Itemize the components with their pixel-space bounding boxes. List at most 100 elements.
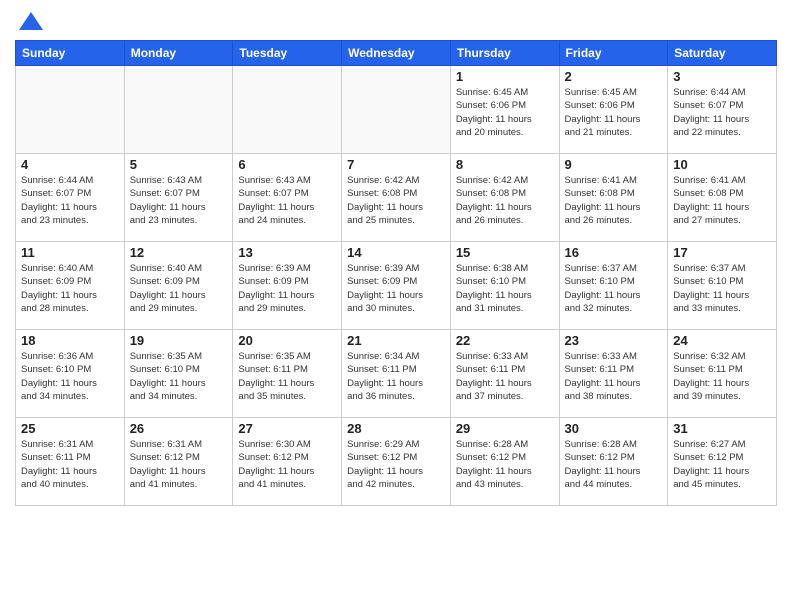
calendar-week-1: 4Sunrise: 6:44 AM Sunset: 6:07 PM Daylig… — [16, 154, 777, 242]
calendar-cell: 12 Sunrise: 6:40 AM Sunset: 6:09 PM Dayli… — [124, 242, 233, 330]
calendar-cell: 29 Sunrise: 6:28 AM Sunset: 6:12 PM Dayli… — [450, 418, 559, 506]
day-info: Sunrise: 6:29 AM Sunset: 6:12 PM Dayligh… — [347, 438, 445, 491]
day-info: Sunrise: 6:39 AM Sunset: 6:09 PM Dayligh… — [238, 262, 336, 315]
calendar-header-thursday: Thursday — [450, 41, 559, 66]
day-info: Sunrise: 6:28 AM Sunset: 6:12 PM Dayligh… — [456, 438, 554, 491]
calendar-cell: 4Sunrise: 6:44 AM Sunset: 6:07 PM Daylig… — [16, 154, 125, 242]
day-number: 25 — [21, 421, 119, 436]
calendar-cell: 20 Sunrise: 6:35 AM Sunset: 6:11 PM Dayli… — [233, 330, 342, 418]
day-number: 10 — [673, 157, 771, 172]
day-info: Sunrise: 6:41 AM Sunset: 6:08 PM Dayligh… — [565, 174, 663, 227]
calendar-header-tuesday: Tuesday — [233, 41, 342, 66]
day-number: 2 — [565, 69, 663, 84]
day-number: 30 — [565, 421, 663, 436]
day-number: 9 — [565, 157, 663, 172]
calendar-cell: 19 Sunrise: 6:35 AM Sunset: 6:10 PM Dayli… — [124, 330, 233, 418]
day-number: 18 — [21, 333, 119, 348]
calendar-cell: 31 Sunrise: 6:27 AM Sunset: 6:12 PM Dayli… — [668, 418, 777, 506]
calendar-header-monday: Monday — [124, 41, 233, 66]
day-info: Sunrise: 6:31 AM Sunset: 6:11 PM Dayligh… — [21, 438, 119, 491]
calendar-cell — [342, 66, 451, 154]
day-number: 1 — [456, 69, 554, 84]
calendar-cell: 8 Sunrise: 6:42 AM Sunset: 6:08 PM Daylig… — [450, 154, 559, 242]
day-info: Sunrise: 6:32 AM Sunset: 6:11 PM Dayligh… — [673, 350, 771, 403]
day-number: 26 — [130, 421, 228, 436]
calendar-cell: 23 Sunrise: 6:33 AM Sunset: 6:11 PM Dayli… — [559, 330, 668, 418]
day-info: Sunrise: 6:30 AM Sunset: 6:12 PM Dayligh… — [238, 438, 336, 491]
day-number: 27 — [238, 421, 336, 436]
day-info: Sunrise: 6:43 AM Sunset: 6:07 PM Dayligh… — [238, 174, 336, 227]
calendar-cell: 17Sunrise: 6:37 AM Sunset: 6:10 PM Dayli… — [668, 242, 777, 330]
calendar-cell: 28 Sunrise: 6:29 AM Sunset: 6:12 PM Dayli… — [342, 418, 451, 506]
day-info: Sunrise: 6:34 AM Sunset: 6:11 PM Dayligh… — [347, 350, 445, 403]
calendar-cell: 27 Sunrise: 6:30 AM Sunset: 6:12 PM Dayli… — [233, 418, 342, 506]
calendar-cell: 15 Sunrise: 6:38 AM Sunset: 6:10 PM Dayli… — [450, 242, 559, 330]
day-number: 24 — [673, 333, 771, 348]
day-number: 11 — [21, 245, 119, 260]
calendar-cell: 7Sunrise: 6:42 AM Sunset: 6:08 PM Daylig… — [342, 154, 451, 242]
calendar-cell: 13 Sunrise: 6:39 AM Sunset: 6:09 PM Dayli… — [233, 242, 342, 330]
day-number: 29 — [456, 421, 554, 436]
page: SundayMondayTuesdayWednesdayThursdayFrid… — [0, 0, 792, 612]
calendar-header-row: SundayMondayTuesdayWednesdayThursdayFrid… — [16, 41, 777, 66]
day-info: Sunrise: 6:45 AM Sunset: 6:06 PM Dayligh… — [565, 86, 663, 139]
calendar-cell: 5 Sunrise: 6:43 AM Sunset: 6:07 PM Daylig… — [124, 154, 233, 242]
day-number: 23 — [565, 333, 663, 348]
day-info: Sunrise: 6:33 AM Sunset: 6:11 PM Dayligh… — [565, 350, 663, 403]
day-info: Sunrise: 6:40 AM Sunset: 6:09 PM Dayligh… — [130, 262, 228, 315]
day-info: Sunrise: 6:41 AM Sunset: 6:08 PM Dayligh… — [673, 174, 771, 227]
day-number: 28 — [347, 421, 445, 436]
calendar-cell: 3 Sunrise: 6:44 AM Sunset: 6:07 PM Daylig… — [668, 66, 777, 154]
calendar-week-0: 1 Sunrise: 6:45 AM Sunset: 6:06 PM Daylig… — [16, 66, 777, 154]
day-number: 15 — [456, 245, 554, 260]
calendar-cell: 18Sunrise: 6:36 AM Sunset: 6:10 PM Dayli… — [16, 330, 125, 418]
day-number: 31 — [673, 421, 771, 436]
calendar-cell — [124, 66, 233, 154]
day-number: 4 — [21, 157, 119, 172]
day-number: 8 — [456, 157, 554, 172]
day-info: Sunrise: 6:35 AM Sunset: 6:11 PM Dayligh… — [238, 350, 336, 403]
calendar-cell — [233, 66, 342, 154]
calendar-header-sunday: Sunday — [16, 41, 125, 66]
logo-icon — [17, 10, 45, 32]
calendar-cell: 25 Sunrise: 6:31 AM Sunset: 6:11 PM Dayli… — [16, 418, 125, 506]
calendar-cell: 10 Sunrise: 6:41 AM Sunset: 6:08 PM Dayli… — [668, 154, 777, 242]
day-info: Sunrise: 6:37 AM Sunset: 6:10 PM Dayligh… — [673, 262, 771, 315]
calendar-header-saturday: Saturday — [668, 41, 777, 66]
calendar-cell: 1Sunrise: 6:45 AM Sunset: 6:06 PM Daylig… — [450, 66, 559, 154]
day-info: Sunrise: 6:42 AM Sunset: 6:08 PM Dayligh… — [347, 174, 445, 227]
day-number: 22 — [456, 333, 554, 348]
day-number: 13 — [238, 245, 336, 260]
calendar-cell: 26 Sunrise: 6:31 AM Sunset: 6:12 PM Dayli… — [124, 418, 233, 506]
calendar-cell: 21Sunrise: 6:34 AM Sunset: 6:11 PM Dayli… — [342, 330, 451, 418]
day-number: 16 — [565, 245, 663, 260]
calendar-header-friday: Friday — [559, 41, 668, 66]
calendar-cell: 2 Sunrise: 6:45 AM Sunset: 6:06 PM Daylig… — [559, 66, 668, 154]
calendar-cell: 9 Sunrise: 6:41 AM Sunset: 6:08 PM Daylig… — [559, 154, 668, 242]
day-info: Sunrise: 6:31 AM Sunset: 6:12 PM Dayligh… — [130, 438, 228, 491]
calendar-cell: 16 Sunrise: 6:37 AM Sunset: 6:10 PM Dayli… — [559, 242, 668, 330]
calendar-cell: 14 Sunrise: 6:39 AM Sunset: 6:09 PM Dayli… — [342, 242, 451, 330]
day-info: Sunrise: 6:44 AM Sunset: 6:07 PM Dayligh… — [673, 86, 771, 139]
day-number: 19 — [130, 333, 228, 348]
day-info: Sunrise: 6:35 AM Sunset: 6:10 PM Dayligh… — [130, 350, 228, 403]
calendar: SundayMondayTuesdayWednesdayThursdayFrid… — [15, 40, 777, 506]
day-number: 6 — [238, 157, 336, 172]
calendar-cell: 30 Sunrise: 6:28 AM Sunset: 6:12 PM Dayli… — [559, 418, 668, 506]
day-number: 3 — [673, 69, 771, 84]
day-info: Sunrise: 6:38 AM Sunset: 6:10 PM Dayligh… — [456, 262, 554, 315]
calendar-week-4: 25 Sunrise: 6:31 AM Sunset: 6:11 PM Dayli… — [16, 418, 777, 506]
calendar-cell — [16, 66, 125, 154]
day-number: 12 — [130, 245, 228, 260]
day-info: Sunrise: 6:42 AM Sunset: 6:08 PM Dayligh… — [456, 174, 554, 227]
day-info: Sunrise: 6:28 AM Sunset: 6:12 PM Dayligh… — [565, 438, 663, 491]
day-info: Sunrise: 6:39 AM Sunset: 6:09 PM Dayligh… — [347, 262, 445, 315]
day-number: 5 — [130, 157, 228, 172]
calendar-cell: 6 Sunrise: 6:43 AM Sunset: 6:07 PM Daylig… — [233, 154, 342, 242]
day-info: Sunrise: 6:43 AM Sunset: 6:07 PM Dayligh… — [130, 174, 228, 227]
day-info: Sunrise: 6:27 AM Sunset: 6:12 PM Dayligh… — [673, 438, 771, 491]
calendar-cell: 24 Sunrise: 6:32 AM Sunset: 6:11 PM Dayli… — [668, 330, 777, 418]
day-number: 20 — [238, 333, 336, 348]
day-info: Sunrise: 6:37 AM Sunset: 6:10 PM Dayligh… — [565, 262, 663, 315]
day-number: 14 — [347, 245, 445, 260]
